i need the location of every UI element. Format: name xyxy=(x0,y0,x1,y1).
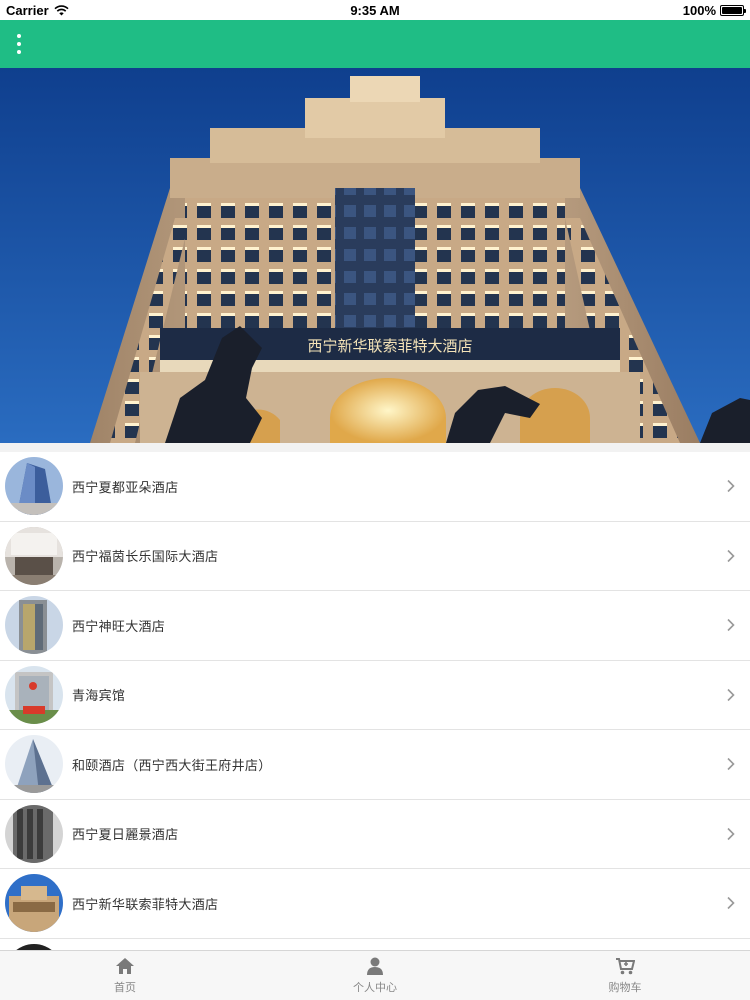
status-time: 9:35 AM xyxy=(350,3,400,18)
more-menu-button[interactable] xyxy=(10,30,28,58)
chevron-right-icon xyxy=(727,688,735,701)
hotel-name: 西宁神旺大酒店 xyxy=(72,619,166,635)
list-item[interactable]: 和颐酒店（西宁西大街王府井店） xyxy=(0,730,750,800)
hotel-thumbnail xyxy=(5,596,63,655)
section-divider xyxy=(0,443,750,452)
hotel-name: 西宁夏日麗景酒店 xyxy=(72,828,179,844)
list-item[interactable]: 西宁福茵长乐国际大酒店 xyxy=(0,521,750,591)
tab-bar: 首页 个人中心 购物车 xyxy=(0,950,750,1000)
hotel-name: 和颐酒店（西宁西大街王府井店） xyxy=(72,758,272,774)
list-item[interactable]: 西宁夏日麗景酒店 xyxy=(0,799,750,869)
hotel-thumbnail xyxy=(5,735,63,794)
list-item[interactable]: 西宁新华联索菲特大酒店 xyxy=(0,869,750,939)
hotel-thumbnail xyxy=(5,874,63,933)
battery-percent: 100% xyxy=(682,3,716,18)
list-item[interactable]: 西宁夏都亚朵酒店 xyxy=(0,452,750,522)
tab-label: 个人中心 xyxy=(353,980,397,994)
hotel-name: 青海宾馆 xyxy=(72,689,126,705)
hotel-name: 西宁新华联索菲特大酒店 xyxy=(72,897,219,913)
tab-profile[interactable]: 个人中心 xyxy=(250,951,500,1000)
home-icon xyxy=(116,957,134,974)
tab-home[interactable]: 首页 xyxy=(0,951,250,1000)
chevron-right-icon xyxy=(727,549,735,562)
nav-bar xyxy=(0,20,750,68)
hotel-thumbnail xyxy=(5,457,63,516)
hotel-facade-photo: 西宁新华联索菲特大酒店 xyxy=(0,68,750,443)
chevron-right-icon xyxy=(727,897,735,910)
chevron-right-icon xyxy=(727,827,735,840)
hero-banner[interactable]: 西宁新华联索菲特大酒店 xyxy=(0,68,750,443)
list-item-partial[interactable] xyxy=(0,938,750,950)
tab-label: 首页 xyxy=(114,980,136,994)
hotel-name: 西宁福茵长乐国际大酒店 xyxy=(72,550,219,566)
hotel-list: 西宁夏都亚朵酒店 西宁福茵长乐国际大酒店 西宁神旺大酒店 青海宾馆 和颐酒店（西… xyxy=(0,452,750,950)
chevron-right-icon xyxy=(727,619,735,632)
more-vertical-icon xyxy=(17,34,21,38)
list-item[interactable]: 青海宾馆 xyxy=(0,660,750,730)
hotel-thumbnail xyxy=(5,804,63,863)
status-bar: Carrier 9:35 AM 100% xyxy=(0,0,750,20)
user-icon xyxy=(367,957,383,975)
list-item[interactable]: 西宁神旺大酒店 xyxy=(0,591,750,661)
battery-icon xyxy=(720,5,746,16)
cart-icon xyxy=(616,957,635,974)
tab-label: 购物车 xyxy=(608,980,642,994)
hotel-thumbnail xyxy=(5,526,63,585)
hotel-name: 西宁夏都亚朵酒店 xyxy=(72,480,179,496)
chevron-right-icon xyxy=(727,758,735,771)
hotel-thumbnail xyxy=(5,665,63,724)
battery-group: 100% xyxy=(682,3,746,18)
hero-sign-text: 西宁新华联索菲特大酒店 xyxy=(307,337,472,355)
tab-cart[interactable]: 购物车 xyxy=(500,951,750,1000)
chevron-right-icon xyxy=(727,480,735,493)
